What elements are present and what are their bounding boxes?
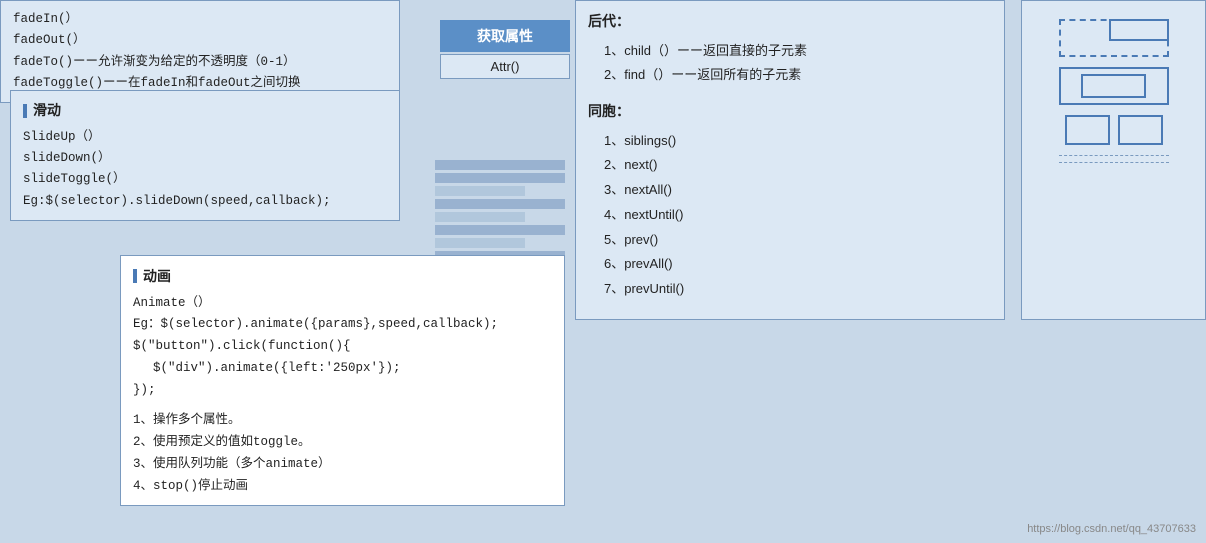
fade-line-2: fadeOut(）: [13, 30, 387, 51]
anim-extra-lines: 1、操作多个属性。 2、使用预定义的值如toggle。 3、使用队列功能（多个a…: [133, 410, 552, 498]
sib-item-2: 2、next(): [604, 154, 992, 177]
slide-bar-5: [435, 212, 525, 222]
get-attr-section: 获取属性 Attr(): [440, 20, 570, 79]
diagram-bot-right: [1118, 115, 1163, 145]
slide-title: 滑动: [23, 99, 387, 123]
slide-line-4: Eg:$(selector).slideDown(speed,callback)…: [23, 191, 387, 212]
animate-title: 动画: [133, 264, 552, 289]
anim-note-2: 2、使用预定义的值如toggle。: [133, 432, 552, 454]
slide-bar-3: [435, 186, 525, 196]
watermark: https://blog.csdn.net/qq_43707633: [1027, 523, 1196, 535]
anim-line-2: Eg：$(selector).animate({params},speed,ca…: [133, 314, 552, 336]
descendants-list: 1、child（）ーー返回直接的子元素 2、find（）ーー返回所有的子元素: [604, 40, 992, 88]
descendants-title: 后代：: [588, 9, 992, 34]
sib-item-4: 4、nextUntil(): [604, 204, 992, 227]
desc-item-1: 1、child（）ーー返回直接的子元素: [604, 40, 992, 63]
anim-note-3: 3、使用队列功能（多个animate）: [133, 454, 552, 476]
sib-item-5: 5、prev(): [604, 229, 992, 252]
diagram-bot-left: [1065, 115, 1110, 145]
sib-item-3: 3、nextAll(): [604, 179, 992, 202]
slide-title-text: 滑动: [33, 99, 61, 123]
anim-note-4: 4、stop()停止动画: [133, 476, 552, 498]
diagram-divider-2: [1059, 162, 1169, 163]
anim-line-5: });: [133, 380, 552, 402]
diagram-mid-box: [1059, 67, 1169, 105]
siblings-title: 同胞：: [588, 99, 992, 124]
slide-bar-1: [435, 160, 565, 170]
fade-line-1: fadeIn(）: [13, 9, 387, 30]
main-container: fadeIn(） fadeOut(） fadeTo()ーー允许渐变为给定的不透明…: [0, 0, 1206, 543]
animate-card: 动画 Animate（） Eg：$(selector).animate({par…: [120, 255, 565, 506]
anim-line-1: Animate（）: [133, 293, 552, 315]
fade-card: fadeIn(） fadeOut(） fadeTo()ーー允许渐变为给定的不透明…: [0, 0, 400, 103]
fade-line-3: fadeTo()ーー允许渐变为给定的不透明度（0-1）: [13, 52, 387, 73]
anim-note-1: 1、操作多个属性。: [133, 410, 552, 432]
sib-item-1: 1、siblings(): [604, 130, 992, 153]
animate-title-text: 动画: [143, 264, 171, 289]
anim-line-4: $("div").animate({left:'250px'});: [133, 358, 552, 380]
desc-item-2: 2、find（）ーー返回所有的子元素: [604, 64, 992, 87]
diagram-mid-inner: [1081, 74, 1146, 98]
diagram-top-box: [1059, 19, 1169, 57]
slide-bar-4: [435, 199, 565, 209]
get-attr-button[interactable]: 获取属性: [440, 20, 570, 52]
sib-item-6: 6、prevAll(): [604, 253, 992, 276]
slide-card: 滑动 SlideUp（） slideDown(） slideToggle(） E…: [10, 90, 400, 221]
slide-line-3: slideToggle(）: [23, 169, 387, 190]
slide-bar-7: [435, 238, 525, 248]
slide-line-1: SlideUp（）: [23, 127, 387, 148]
anim-line-3: $("button").click(function(){: [133, 336, 552, 358]
slide-bar-6: [435, 225, 565, 235]
right-panel: 后代： 1、child（）ーー返回直接的子元素 2、find（）ーー返回所有的子…: [575, 0, 1005, 320]
diagram-divider-1: [1059, 155, 1169, 156]
slide-line-2: slideDown(）: [23, 148, 387, 169]
slide-bar-2: [435, 173, 565, 183]
siblings-list: 1、siblings() 2、next() 3、nextAll() 4、next…: [604, 130, 992, 301]
sib-item-7: 7、prevUntil(): [604, 278, 992, 301]
diagram-bottom-row: [1065, 115, 1163, 145]
diagram-inner-top: [1109, 19, 1169, 41]
attr-method-label: Attr(): [440, 54, 570, 79]
diagram-panel: [1021, 0, 1206, 320]
